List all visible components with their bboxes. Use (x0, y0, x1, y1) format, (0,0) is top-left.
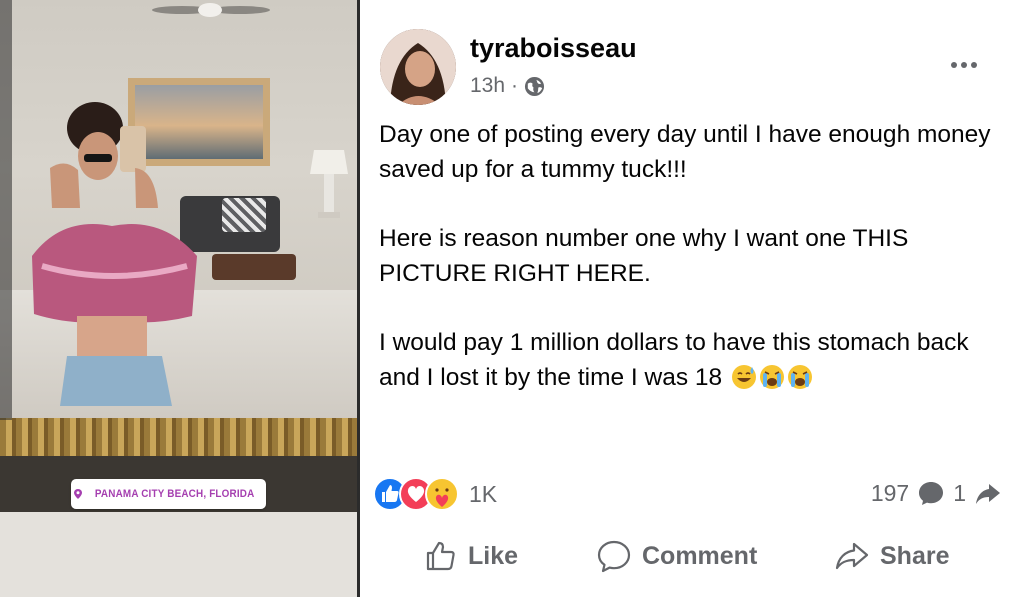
location-sticker[interactable]: PANAMA CITY BEACH, FLORIDA (71, 479, 266, 509)
comment-button[interactable]: Comment (596, 538, 757, 574)
post-meta: 13h · (470, 74, 545, 98)
globe-icon[interactable] (524, 76, 545, 97)
post-actions: Like Comment Share (360, 530, 1024, 580)
table-lamp (310, 150, 348, 218)
post-author-name[interactable]: tyraboisseau (470, 33, 637, 64)
like-button[interactable]: Like (422, 538, 518, 574)
reaction-count: 1K (469, 480, 498, 507)
more-dot-icon (951, 62, 957, 68)
reactions-summary[interactable]: 1K (373, 477, 497, 511)
post-paragraph-text: I would pay 1 million dollars to have th… (379, 329, 969, 391)
post-paragraph: Here is reason number one why I want one… (379, 225, 909, 287)
photo-shadow (0, 0, 12, 420)
lower-wall (0, 512, 357, 597)
meta-separator: · (511, 74, 519, 97)
like-label: Like (468, 541, 519, 570)
person-figure (32, 224, 197, 406)
location-sticker-text: PANAMA CITY BEACH, FLORIDA (94, 488, 255, 500)
crying-emoji (759, 365, 784, 389)
coffee-table (212, 254, 296, 280)
comments-count[interactable]: 197 (871, 480, 909, 507)
share-arrow-icon (976, 484, 1000, 504)
mirror-frame (0, 418, 357, 458)
comment-label: Comment (642, 541, 758, 570)
share-icon (835, 542, 869, 570)
facebook-post: tyraboisseau 13h · Day one of posting ev… (360, 0, 1024, 597)
sweat-smile-emoji (731, 365, 756, 389)
post-stats: 197 1 (871, 479, 1002, 507)
share-button[interactable]: Share (834, 538, 949, 574)
crying-emoji (787, 365, 812, 389)
care-icon (425, 477, 459, 511)
post-paragraph: Day one of posting every day until I hav… (379, 121, 991, 183)
post-time[interactable]: 13h (470, 74, 505, 98)
post-paragraph-last: I would pay 1 million dollars to have th… (379, 325, 1009, 395)
post-body: Day one of posting every day until I hav… (379, 117, 1009, 395)
more-dot-icon (961, 62, 967, 68)
more-dot-icon (971, 62, 977, 68)
share-label: Share (880, 541, 950, 570)
avatar[interactable] (380, 29, 456, 105)
avatar-image (380, 29, 456, 105)
person-upper (50, 102, 158, 208)
more-options-button[interactable] (946, 54, 982, 76)
comment-bubble-icon (919, 482, 944, 505)
post-photo[interactable]: PANAMA CITY BEACH, FLORIDA (0, 0, 357, 597)
shares-count[interactable]: 1 (953, 480, 966, 507)
location-pin-icon (73, 489, 82, 499)
comment-icon (597, 540, 631, 573)
pillow (222, 198, 266, 232)
ceiling-fan (152, 3, 270, 17)
thumbs-up-icon (426, 541, 455, 571)
